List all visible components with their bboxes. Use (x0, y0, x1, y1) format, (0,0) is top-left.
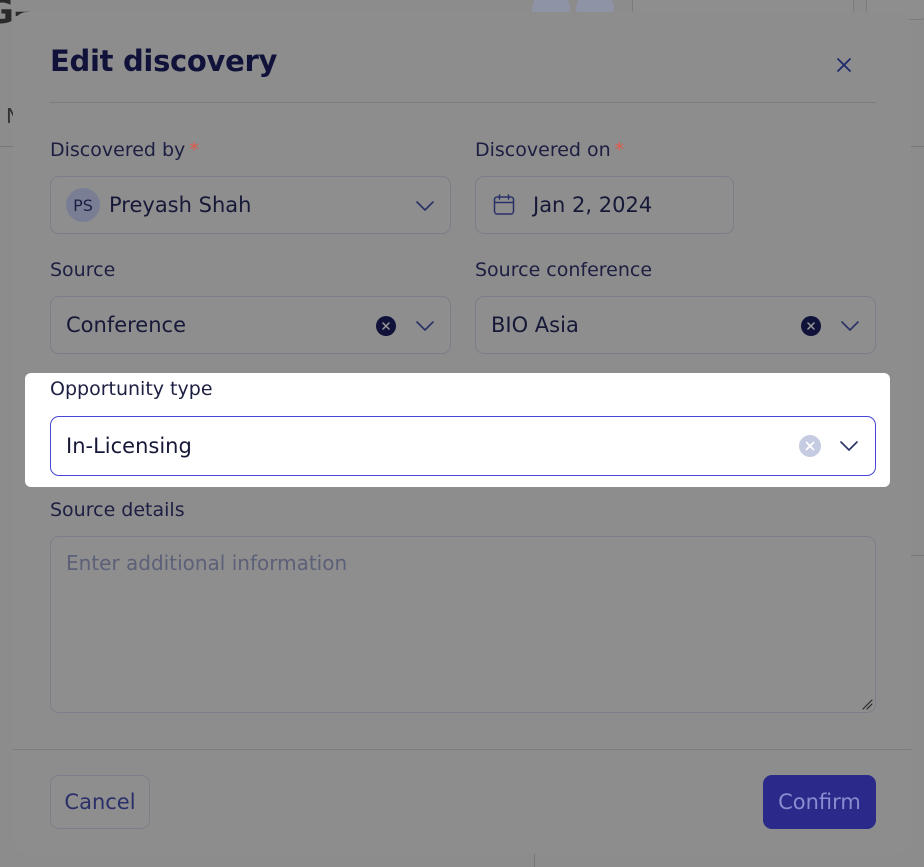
source-select[interactable]: Conference (50, 296, 451, 354)
discovered-on-datepicker[interactable]: Jan 2, 2024 (475, 176, 734, 234)
confirm-button[interactable]: Confirm (763, 775, 876, 829)
required-mark: * (614, 139, 625, 161)
close-icon (837, 58, 851, 72)
chevron-down-icon (839, 436, 859, 456)
footer-divider (13, 749, 911, 750)
discovered-on-value: Jan 2, 2024 (533, 193, 653, 217)
avatar: PS (66, 188, 100, 222)
source-conference-select[interactable]: BIO Asia (475, 296, 876, 354)
opportunity-type-label: Opportunity type (50, 378, 213, 400)
modal-title: Edit discovery (50, 44, 278, 78)
background-divider (0, 146, 14, 147)
clear-icon[interactable] (799, 435, 821, 457)
background-divider (910, 555, 924, 556)
background-divider (910, 146, 924, 147)
resize-handle-icon[interactable] (861, 698, 873, 710)
source-details-placeholder: Enter additional information (66, 551, 348, 575)
header-divider (50, 102, 876, 103)
opportunity-type-value: In-Licensing (66, 434, 192, 458)
discovered-by-value: Preyash Shah (109, 193, 252, 217)
opportunity-type-select[interactable]: In-Licensing (50, 416, 876, 476)
clear-icon[interactable] (376, 316, 396, 336)
source-label: Source (50, 259, 116, 281)
opportunity-type-section: Opportunity type In-Licensing (25, 373, 890, 487)
discovered-on-label: Discovered on * (475, 139, 625, 161)
chevron-down-icon (840, 316, 860, 336)
source-value: Conference (66, 313, 187, 337)
clear-icon[interactable] (801, 316, 821, 336)
source-conference-label: Source conference (475, 259, 653, 281)
discovered-by-label: Discovered by * (50, 139, 199, 161)
cancel-button[interactable]: Cancel (50, 775, 150, 829)
chevron-down-icon (415, 196, 435, 216)
source-conference-value: BIO Asia (491, 313, 579, 337)
calendar-icon (493, 194, 515, 215)
background-divider (534, 852, 535, 867)
close-button[interactable] (829, 50, 859, 80)
chevron-down-icon (415, 316, 435, 336)
source-details-label: Source details (50, 499, 185, 521)
required-mark: * (189, 139, 199, 161)
discovered-by-select[interactable]: PS Preyash Shah (50, 176, 451, 234)
source-details-textarea[interactable]: Enter additional information (50, 536, 876, 713)
